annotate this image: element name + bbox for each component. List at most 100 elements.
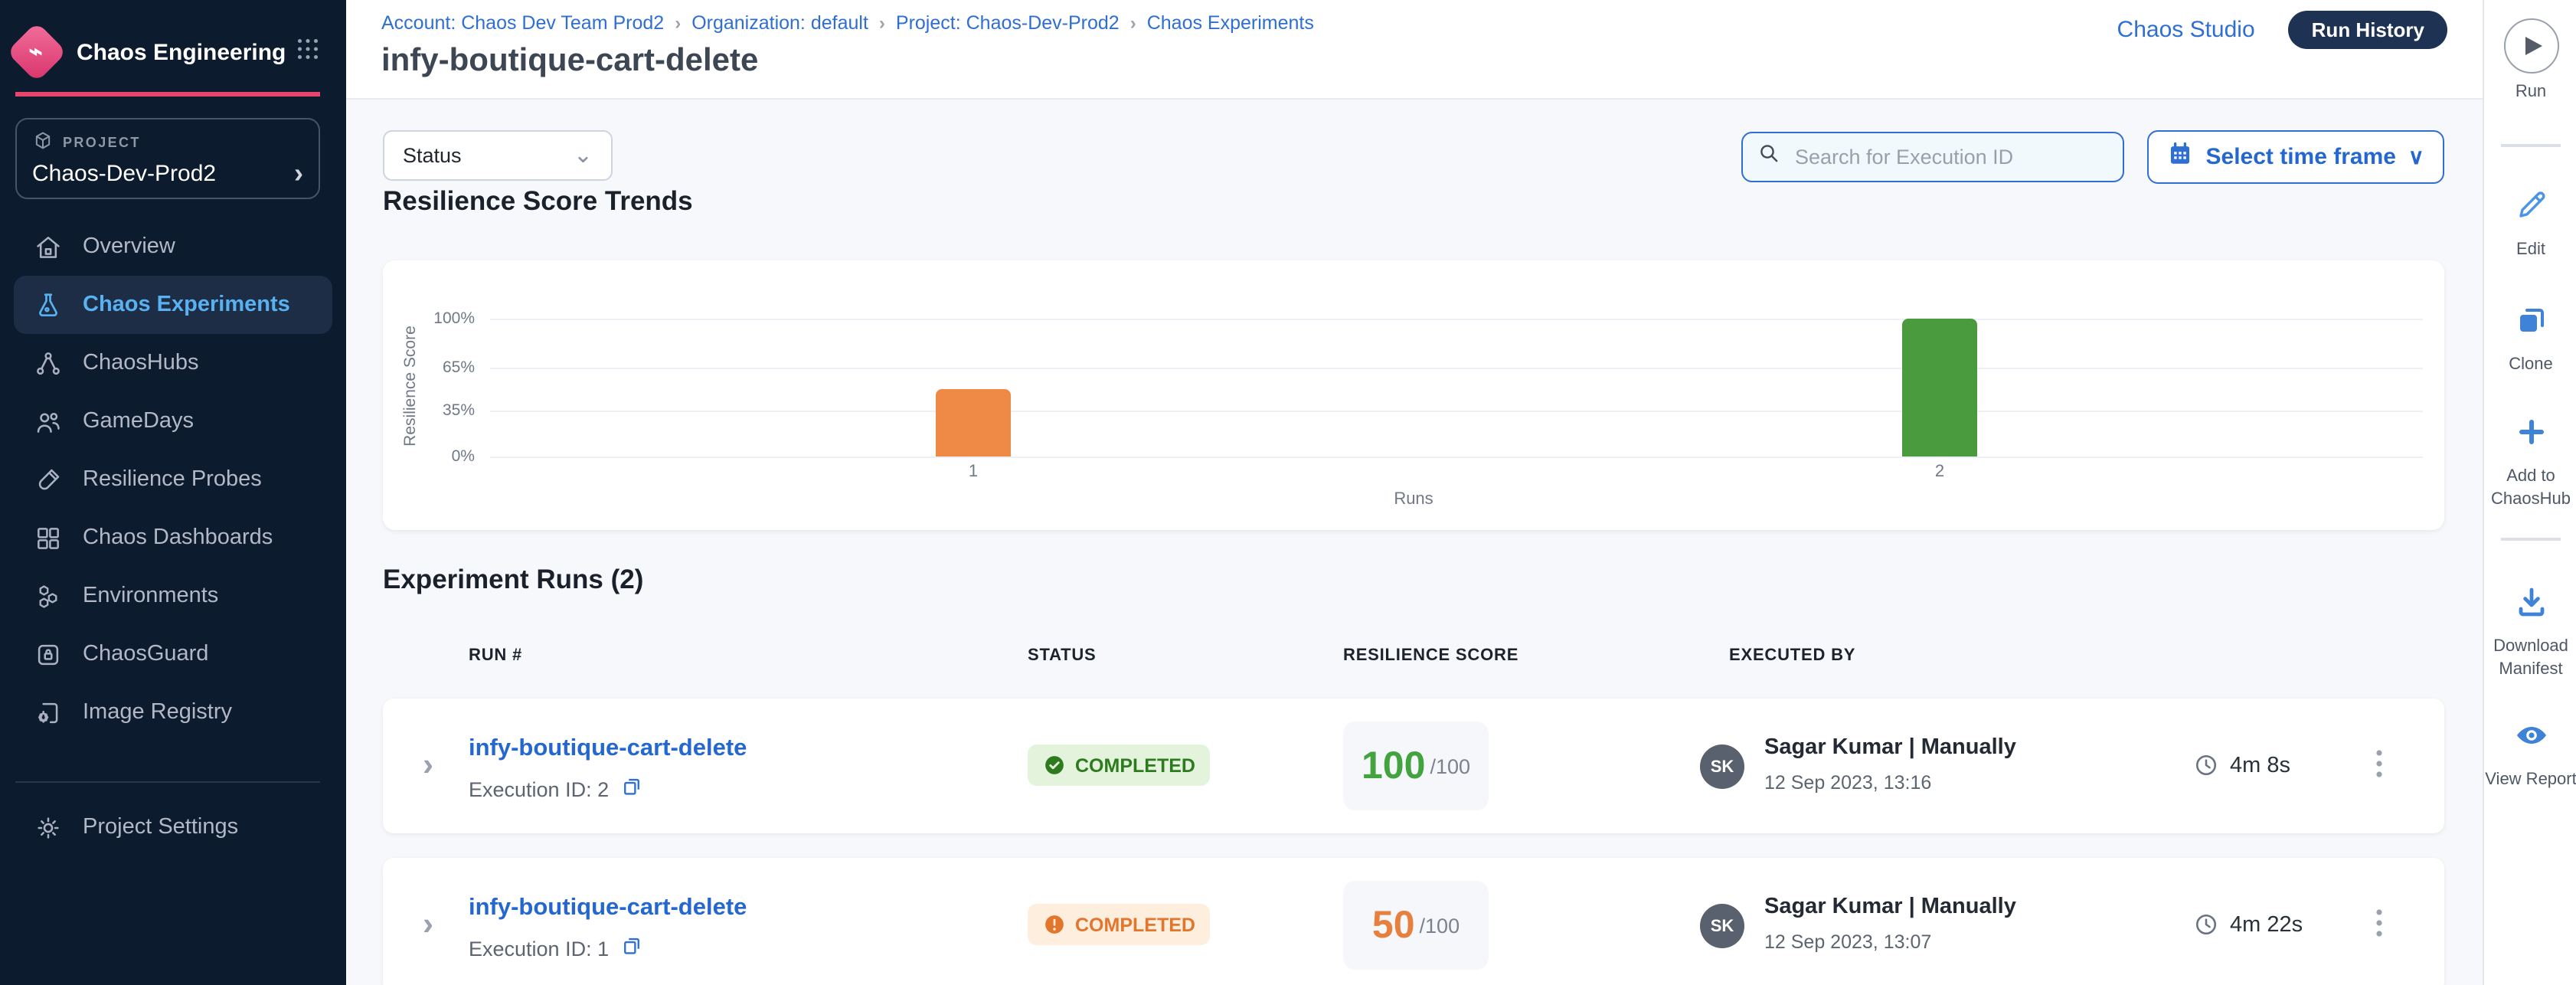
search-input[interactable] <box>1792 144 2109 170</box>
execution-id: Execution ID: 1 <box>469 937 609 960</box>
chart-y-tick-label: 65% <box>395 358 475 377</box>
executed-at: 12 Sep 2023, 13:07 <box>1764 931 1931 953</box>
view-report-label: View Report <box>2485 769 2576 792</box>
page-header: Account: Chaos Dev Team Prod2 › Organiza… <box>346 0 2483 100</box>
registry-doc-gear-icon <box>32 697 63 728</box>
app-window: ⌁ Chaos Engineering PROJECT <box>0 0 2576 985</box>
sidebar-item-overview[interactable]: Overview <box>0 218 346 276</box>
chevron-right-icon: › <box>294 159 303 187</box>
view-report-button[interactable]: View Report <box>2484 717 2576 792</box>
row-menu-icon[interactable] <box>2366 746 2392 790</box>
table-row[interactable]: › infy-boutique-cart-delete Execution ID… <box>383 699 2444 833</box>
row-menu-icon[interactable] <box>2366 905 2392 950</box>
download-manifest-label: Download Manifest <box>2484 636 2576 681</box>
score-value: 50 <box>1372 903 1415 947</box>
breadcrumb: Account: Chaos Dev Team Prod2 › Organiza… <box>381 12 1314 34</box>
sidebar-item-resilience-probes[interactable]: Resilience Probes <box>0 450 346 509</box>
clone-experiment-button[interactable]: Clone <box>2484 302 2576 377</box>
chevron-down-icon: ⌄ <box>574 149 593 162</box>
status-label: COMPLETED <box>1075 754 1195 776</box>
executed-by: Sagar Kumar | Manually <box>1764 735 2016 760</box>
expand-chevron-icon[interactable]: › <box>423 908 433 941</box>
module-grid-icon[interactable] <box>294 34 322 70</box>
breadcrumb-organization[interactable]: Organization: default <box>691 12 868 34</box>
project-cube-icon <box>32 130 54 155</box>
sidebar-item-chaoshubs[interactable]: ChaosHubs <box>0 334 346 392</box>
project-label: PROJECT <box>63 135 141 150</box>
people-icon <box>32 406 63 437</box>
chart-gridline <box>490 411 2423 412</box>
breadcrumb-project[interactable]: Project: Chaos-Dev-Prod2 <box>896 12 1120 34</box>
page-title: infy-boutique-cart-delete <box>381 43 758 80</box>
sidebar-item-image-registry[interactable]: Image Registry <box>0 683 346 741</box>
edit-experiment-button[interactable]: Edit <box>2484 187 2576 262</box>
copy-icon[interactable] <box>619 775 642 803</box>
chart-category-label: 2 <box>1909 463 1970 481</box>
chart-plot-area: Resilience Score Runs 100%65%35%0%12 <box>383 260 2444 530</box>
clock-icon <box>2193 911 2219 938</box>
score-total: /100 <box>1430 754 1470 777</box>
score-total: /100 <box>1420 914 1460 937</box>
breadcrumb-account[interactable]: Account: Chaos Dev Team Prod2 <box>381 12 664 34</box>
project-selector[interactable]: PROJECT Chaos-Dev-Prod2 › <box>15 118 320 199</box>
breadcrumb-separator: › <box>879 12 885 34</box>
main-content: Status ⌄ Select time frame ∨ <box>346 100 2483 985</box>
resilience-score-chart: Resilience Score Runs 100%65%35%0%12 <box>383 260 2444 530</box>
lock-shield-icon <box>32 639 63 669</box>
clone-icon <box>2512 302 2549 346</box>
chart-section-title: Resilience Score Trends <box>383 185 693 218</box>
avatar: SK <box>1700 744 1744 789</box>
search-icon <box>1757 141 1781 173</box>
sidebar-item-gamedays[interactable]: GameDays <box>0 392 346 450</box>
run-name-link[interactable]: infy-boutique-cart-delete <box>469 735 747 763</box>
download-manifest-button[interactable]: Download Manifest <box>2484 584 2576 681</box>
app-name: Chaos Engineering <box>77 39 294 65</box>
sidebar-item-label: Overview <box>83 234 175 259</box>
rail-divider <box>2501 144 2561 147</box>
sidebar-item-chaos-dashboards[interactable]: Chaos Dashboards <box>0 509 346 567</box>
run-history-button[interactable]: Run History <box>2289 11 2447 49</box>
play-icon[interactable] <box>2503 18 2558 74</box>
action-rail: Run Edit Clone <box>2483 0 2576 985</box>
pencil-icon <box>2512 187 2549 231</box>
runs-section-title: Experiment Runs (2) <box>383 564 643 596</box>
sidebar-item-label: GameDays <box>83 409 194 434</box>
execution-id: Execution ID: 2 <box>469 777 609 800</box>
time-frame-selector[interactable]: Select time frame ∨ <box>2147 130 2444 184</box>
sidebar-item-label: Environments <box>83 584 218 608</box>
chart-bar[interactable] <box>1902 319 1977 457</box>
sidebar-item-label: Project Settings <box>83 815 238 839</box>
executed-at: 12 Sep 2023, 13:16 <box>1764 772 1931 794</box>
status-filter-dropdown[interactable]: Status ⌄ <box>383 130 613 181</box>
sidebar-item-chaosguard[interactable]: ChaosGuard <box>0 625 346 683</box>
breadcrumb-chaos-experiments[interactable]: Chaos Experiments <box>1147 12 1314 34</box>
status-filter-label: Status <box>403 144 462 167</box>
flask-icon <box>32 290 63 320</box>
sidebar-item-environments[interactable]: Environments <box>0 567 346 625</box>
time-frame-label: Select time frame <box>2206 144 2396 170</box>
run-name-link[interactable]: infy-boutique-cart-delete <box>469 895 747 922</box>
check-circle-icon <box>1043 754 1066 777</box>
add-to-chaoshub-button[interactable]: Add to ChaosHub <box>2484 414 2576 511</box>
table-row[interactable]: › infy-boutique-cart-delete Execution ID… <box>383 858 2444 985</box>
chaos-engineering-logo-icon: ⌁ <box>6 21 67 82</box>
sidebar-item-chaos-experiments[interactable]: Chaos Experiments <box>14 276 332 334</box>
column-header-run: RUN # <box>469 646 522 665</box>
sidebar-item-label: ChaosGuard <box>83 642 208 666</box>
expand-chevron-icon[interactable]: › <box>423 749 433 781</box>
plus-icon <box>2512 414 2549 458</box>
clone-label: Clone <box>2509 354 2553 377</box>
copy-icon[interactable] <box>619 934 642 962</box>
sidebar-item-project-settings[interactable]: Project Settings <box>0 798 346 856</box>
clock-icon <box>2193 752 2219 778</box>
status-badge: COMPLETED <box>1028 744 1211 786</box>
chaos-studio-link[interactable]: Chaos Studio <box>2117 17 2255 43</box>
download-icon <box>2512 584 2549 628</box>
run-experiment-button[interactable]: Run <box>2484 18 2576 104</box>
chart-gridline <box>490 368 2423 369</box>
brand-row: ⌁ Chaos Engineering <box>15 25 331 80</box>
chart-y-tick-label: 0% <box>395 447 475 466</box>
chart-bar[interactable] <box>936 389 1011 457</box>
sidebar-item-label: Chaos Dashboards <box>83 525 273 550</box>
sidebar-nav: Overview Chaos Experiments <box>0 218 346 741</box>
